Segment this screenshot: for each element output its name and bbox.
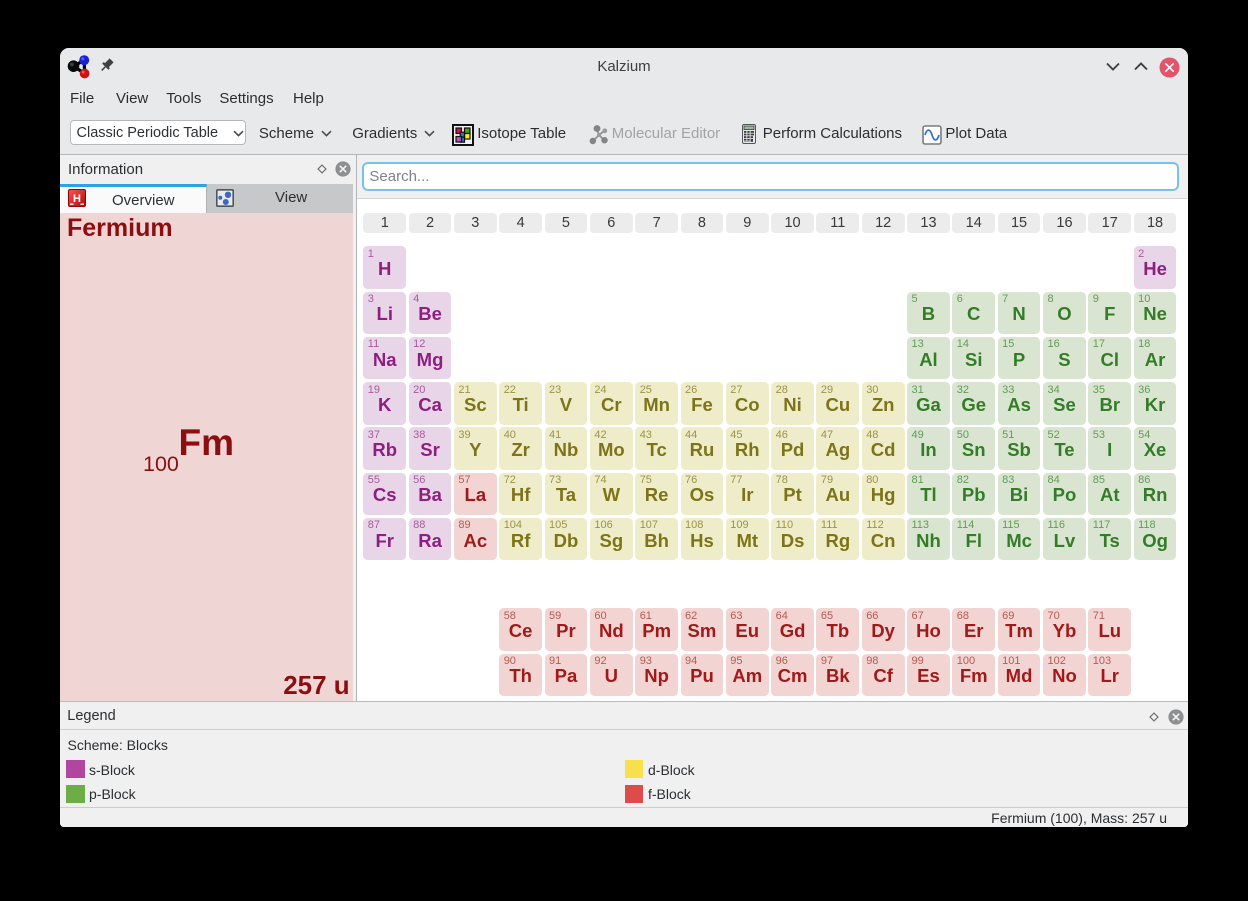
svg-text:H: H (73, 193, 81, 205)
